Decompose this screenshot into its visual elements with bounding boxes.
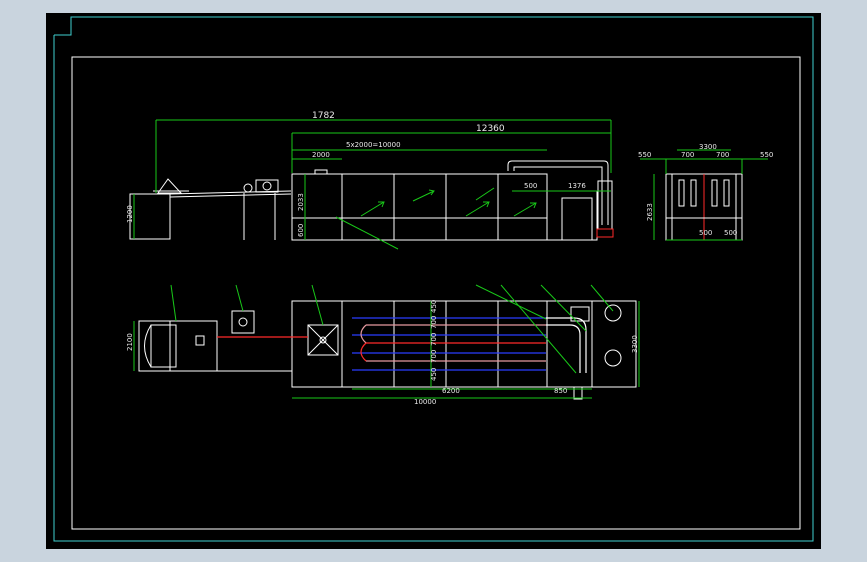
outlet-box [561, 197, 593, 241]
dim-segments: 5x2000=10000 [346, 141, 401, 149]
dim-side-bottom-b: 500 [724, 229, 737, 237]
dim-side-right-margin: 550 [760, 151, 773, 159]
dim-gap-1376: 1376 [568, 182, 586, 190]
dim-plan-row-700-b: 700 [430, 333, 438, 346]
elevation-dimensions [133, 119, 612, 250]
dim-plan-row-700-a: 700 [430, 316, 438, 329]
dim-side-inner-a: 700 [681, 151, 694, 159]
dim-overall-length: 1782 [312, 111, 335, 121]
dim-plan-row-450-b: 450 [430, 368, 438, 381]
dim-plan-width: 3300 [631, 335, 639, 353]
inner-frame [71, 56, 801, 530]
dim-side-height: 2633 [646, 203, 654, 221]
fan-plan [231, 310, 255, 334]
dim-side-left-margin: 550 [638, 151, 651, 159]
dim-side-inner-b: 700 [716, 151, 729, 159]
dim-segment: 2000 [312, 151, 330, 159]
fan-impeller-icon [604, 304, 622, 322]
elevation-view [129, 160, 614, 241]
dim-plan-row-450-a: 450 [430, 300, 438, 313]
cad-drawing: 1782 12360 5x2000=10000 2000 500 1376 12… [53, 16, 814, 542]
dim-plan-right-gap: 850 [554, 387, 567, 395]
dim-plan-length: 10000 [414, 398, 436, 406]
dim-side-width: 3300 [699, 143, 717, 151]
plan-view [138, 300, 637, 400]
dim-side-bottom-a: 500 [699, 229, 712, 237]
plan-dimensions [133, 284, 640, 399]
dim-plan-heater-length: 6200 [442, 387, 460, 395]
tank-body [291, 173, 548, 241]
top-pipe [507, 160, 609, 225]
dim-plan-row-700-c: 700 [430, 350, 438, 363]
dim-height-total: 2033 [297, 193, 305, 211]
cad-viewport[interactable]: 1782 12360 5x2000=10000 2000 500 1376 12… [46, 13, 821, 549]
dim-gap-500: 500 [524, 182, 537, 190]
dim-height-feeder: 1200 [126, 205, 134, 223]
dim-height-leg: 600 [297, 224, 305, 237]
outer-frame [53, 16, 814, 542]
feeder-table [129, 193, 171, 240]
dim-tank-length: 12360 [476, 124, 505, 134]
dim-plan-width-left: 2100 [126, 333, 134, 351]
flow-arrow-icon [360, 187, 537, 217]
heater-pipes [217, 317, 587, 373]
